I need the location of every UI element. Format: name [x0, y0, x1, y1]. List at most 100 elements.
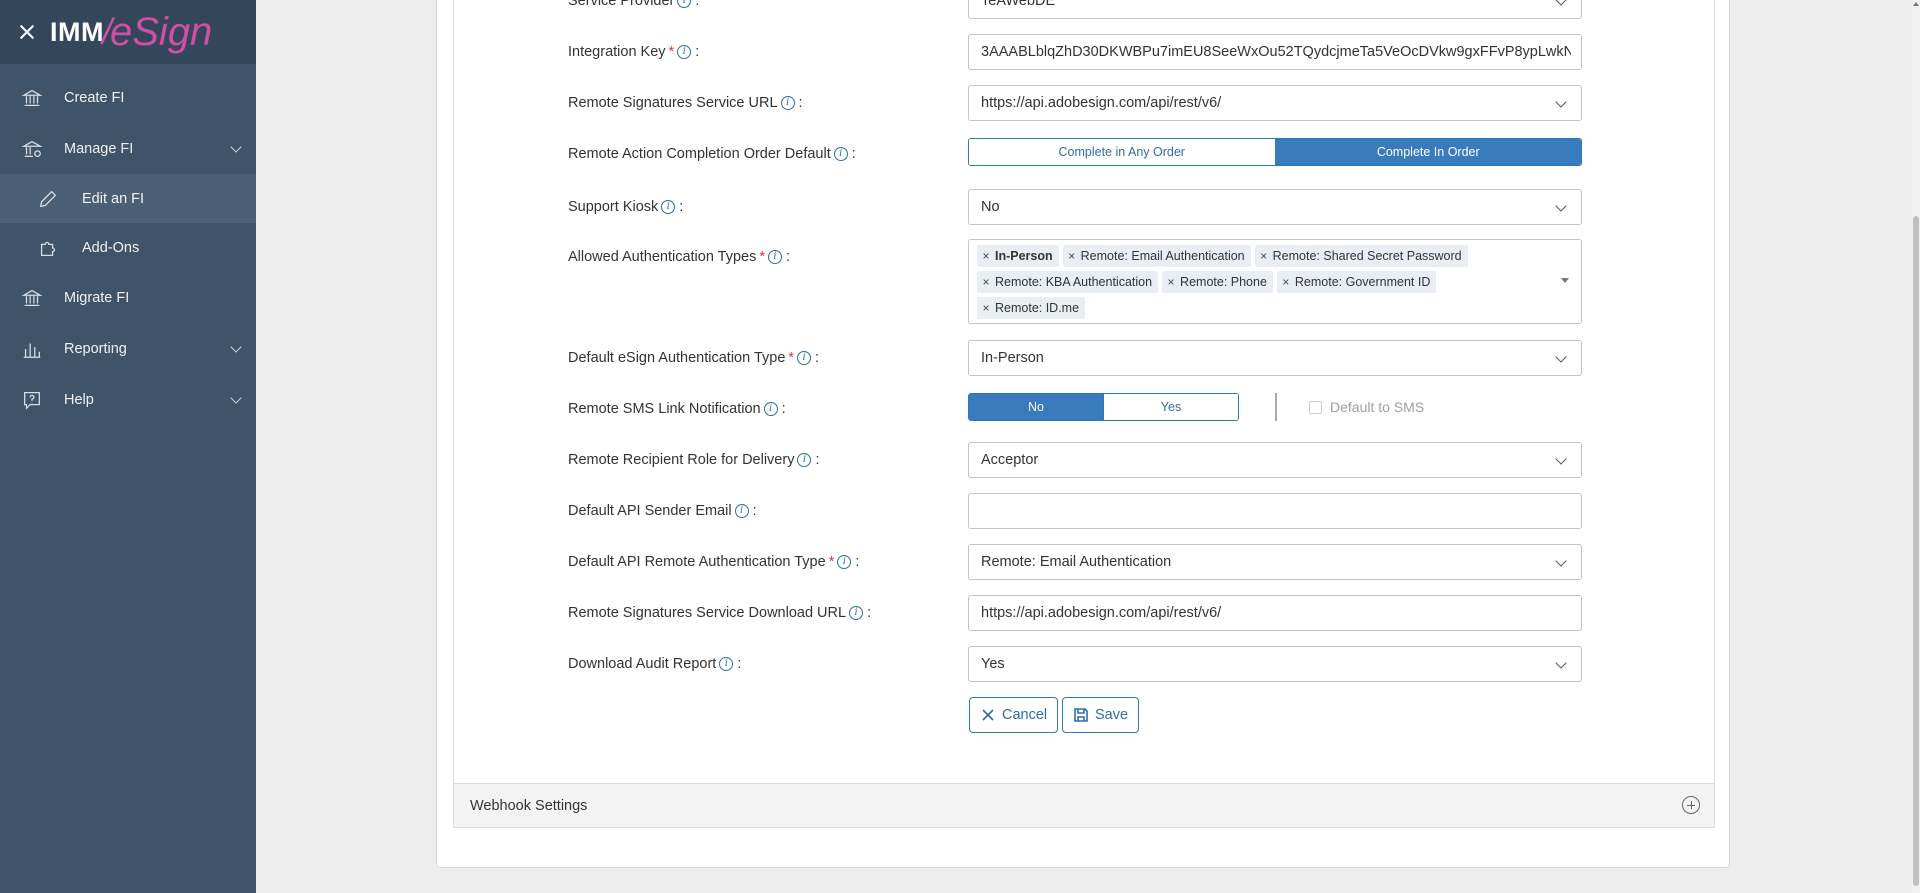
auth-type-tag: × In-Person: [977, 245, 1059, 267]
default-to-sms-label: Default to SMS: [1330, 399, 1425, 415]
remove-tag-icon[interactable]: ×: [977, 301, 995, 315]
service-provider-select[interactable]: TeAWebDE: [968, 0, 1582, 19]
auth-type-tag: × Remote: Shared Secret Password: [1254, 245, 1468, 267]
info-icon[interactable]: i: [797, 453, 812, 467]
row-completion-order: Remote Action Completion Order Default i…: [454, 136, 1716, 172]
save-button[interactable]: Save: [1062, 697, 1140, 733]
complete-any-order-button[interactable]: Complete in Any Order: [969, 139, 1275, 165]
sidebar: IMM / eSign Create FI Manage FI Edit an …: [0, 0, 256, 893]
sidebar-item-migrate-fi[interactable]: Migrate FI: [0, 272, 256, 323]
sms-yes-button[interactable]: Yes: [1103, 394, 1238, 420]
service-provider-label: Service Provider i:: [568, 0, 699, 19]
row-support-kiosk: Support Kiosk i: No: [454, 189, 1716, 225]
default-to-sms-checkbox[interactable]: Default to SMS: [1309, 399, 1424, 415]
close-icon[interactable]: [18, 23, 36, 41]
webhook-settings-header[interactable]: Webhook Settings: [453, 783, 1715, 828]
pencil-icon: [36, 187, 60, 211]
info-icon[interactable]: i: [719, 657, 734, 671]
row-actions: Cancel Save: [454, 697, 1716, 733]
remove-tag-icon[interactable]: ×: [1277, 275, 1295, 289]
api-sender-email-field[interactable]: [968, 493, 1582, 529]
download-url-input[interactable]: [981, 605, 1571, 621]
remove-tag-icon[interactable]: ×: [1063, 249, 1081, 263]
auth-types-multiselect[interactable]: × In-Person × Remote: Email Authentication…: [968, 239, 1582, 324]
chevron-down-icon: [230, 341, 242, 353]
info-icon[interactable]: i: [677, 45, 692, 59]
expand-plus-icon[interactable]: [1682, 796, 1700, 814]
sms-no-button[interactable]: No: [969, 394, 1103, 420]
info-icon[interactable]: i: [797, 351, 812, 365]
row-service-provider: Service Provider i: TeAWebDE: [454, 0, 1716, 19]
row-api-sender-email: Default API Sender Email i:: [454, 493, 1716, 529]
api-sender-email-input[interactable]: [981, 503, 1571, 519]
row-sms-link: Remote SMS Link Notification i: No Yes D…: [454, 391, 1716, 427]
remove-tag-icon[interactable]: ×: [977, 249, 995, 263]
sms-link-toggle: No Yes: [968, 393, 1239, 421]
info-icon[interactable]: i: [833, 147, 848, 161]
integration-key-input[interactable]: [981, 44, 1571, 60]
row-api-remote-auth: Default API Remote Authentication Type * …: [454, 544, 1716, 580]
sidebar-item-label: Reporting: [64, 340, 127, 357]
info-icon[interactable]: i: [661, 200, 676, 214]
sidebar-item-reporting[interactable]: Reporting: [0, 323, 256, 374]
scroll-up-arrow-icon[interactable]: [1913, 2, 1919, 6]
auth-type-tag: × Remote: Email Authentication: [1062, 245, 1251, 267]
remove-tag-icon[interactable]: ×: [1255, 249, 1273, 263]
download-url-field[interactable]: [968, 595, 1582, 631]
sidebar-item-add-ons[interactable]: Add-Ons: [0, 223, 256, 272]
audit-report-select[interactable]: Yes: [968, 646, 1582, 682]
bank-icon: [20, 86, 44, 110]
sidebar-item-edit-fi[interactable]: Edit an FI: [0, 174, 256, 223]
recipient-role-select[interactable]: Acceptor: [968, 442, 1582, 478]
api-remote-auth-select[interactable]: Remote: Email Authentication: [968, 544, 1582, 580]
row-recipient-role: Remote Recipient Role for Delivery i: Ac…: [454, 442, 1716, 478]
auth-type-tag: × Remote: ID.me: [977, 297, 1086, 319]
main-content: Service Provider i: TeAWebDE Integration…: [256, 0, 1912, 893]
sidebar-item-manage-fi[interactable]: Manage FI: [0, 123, 256, 174]
save-label: Save: [1095, 707, 1129, 723]
completion-order-label: Remote Action Completion Order Default i…: [568, 146, 856, 162]
close-icon: [982, 709, 994, 721]
page-scrollbar[interactable]: [1912, 0, 1920, 893]
integration-key-label: Integration Key * i:: [568, 44, 700, 60]
info-icon[interactable]: i: [768, 250, 783, 264]
api-remote-auth-label: Default API Remote Authentication Type * …: [568, 554, 860, 570]
default-auth-type-label: Default eSign Authentication Type * i:: [568, 350, 820, 366]
recipient-role-label: Remote Recipient Role for Delivery i:: [568, 452, 820, 468]
info-icon[interactable]: i: [763, 402, 778, 416]
scrollbar-thumb[interactable]: [1913, 216, 1919, 886]
sidebar-item-label: Manage FI: [64, 140, 134, 157]
info-icon[interactable]: i: [734, 504, 749, 518]
cancel-button[interactable]: Cancel: [969, 697, 1059, 733]
sms-link-label: Remote SMS Link Notification i:: [568, 401, 786, 417]
bank-icon: [20, 286, 44, 310]
row-auth-types: Allowed Authentication Types * i: × In-Per…: [454, 239, 1716, 324]
complete-in-order-button[interactable]: Complete In Order: [1274, 139, 1581, 165]
chevron-down-icon: [230, 392, 242, 404]
auth-types-label: Allowed Authentication Types * i:: [568, 249, 791, 265]
remote-service-url-select[interactable]: https://api.adobesign.com/api/rest/v6/: [968, 85, 1582, 121]
sidebar-item-create-fi[interactable]: Create FI: [0, 72, 256, 123]
sidebar-item-help[interactable]: Help: [0, 374, 256, 425]
integration-key-field[interactable]: [968, 34, 1582, 70]
info-icon[interactable]: i: [837, 555, 852, 569]
checkbox-icon[interactable]: [1309, 400, 1322, 414]
logo-esign: eSign: [110, 9, 213, 54]
remove-tag-icon[interactable]: ×: [1162, 275, 1180, 289]
info-icon[interactable]: i: [780, 96, 795, 110]
support-kiosk-select[interactable]: No: [968, 189, 1582, 225]
info-icon[interactable]: i: [677, 0, 692, 8]
divider: [1275, 393, 1277, 421]
default-auth-type-select[interactable]: In-Person: [968, 340, 1582, 376]
info-icon[interactable]: i: [849, 606, 864, 620]
auth-type-tag: × Remote: Phone: [1162, 271, 1273, 293]
support-kiosk-label: Support Kiosk i:: [568, 199, 684, 215]
logo-imm: IMM: [50, 16, 104, 47]
settings-card: Service Provider i: TeAWebDE Integration…: [436, 0, 1730, 868]
sidebar-item-label: Migrate FI: [64, 289, 130, 306]
remove-tag-icon[interactable]: ×: [977, 275, 995, 289]
puzzle-icon: [36, 236, 60, 260]
brand-bar: IMM / eSign: [0, 0, 256, 64]
bank-gear-icon: [20, 137, 44, 161]
app-logo[interactable]: IMM / eSign: [50, 10, 212, 55]
